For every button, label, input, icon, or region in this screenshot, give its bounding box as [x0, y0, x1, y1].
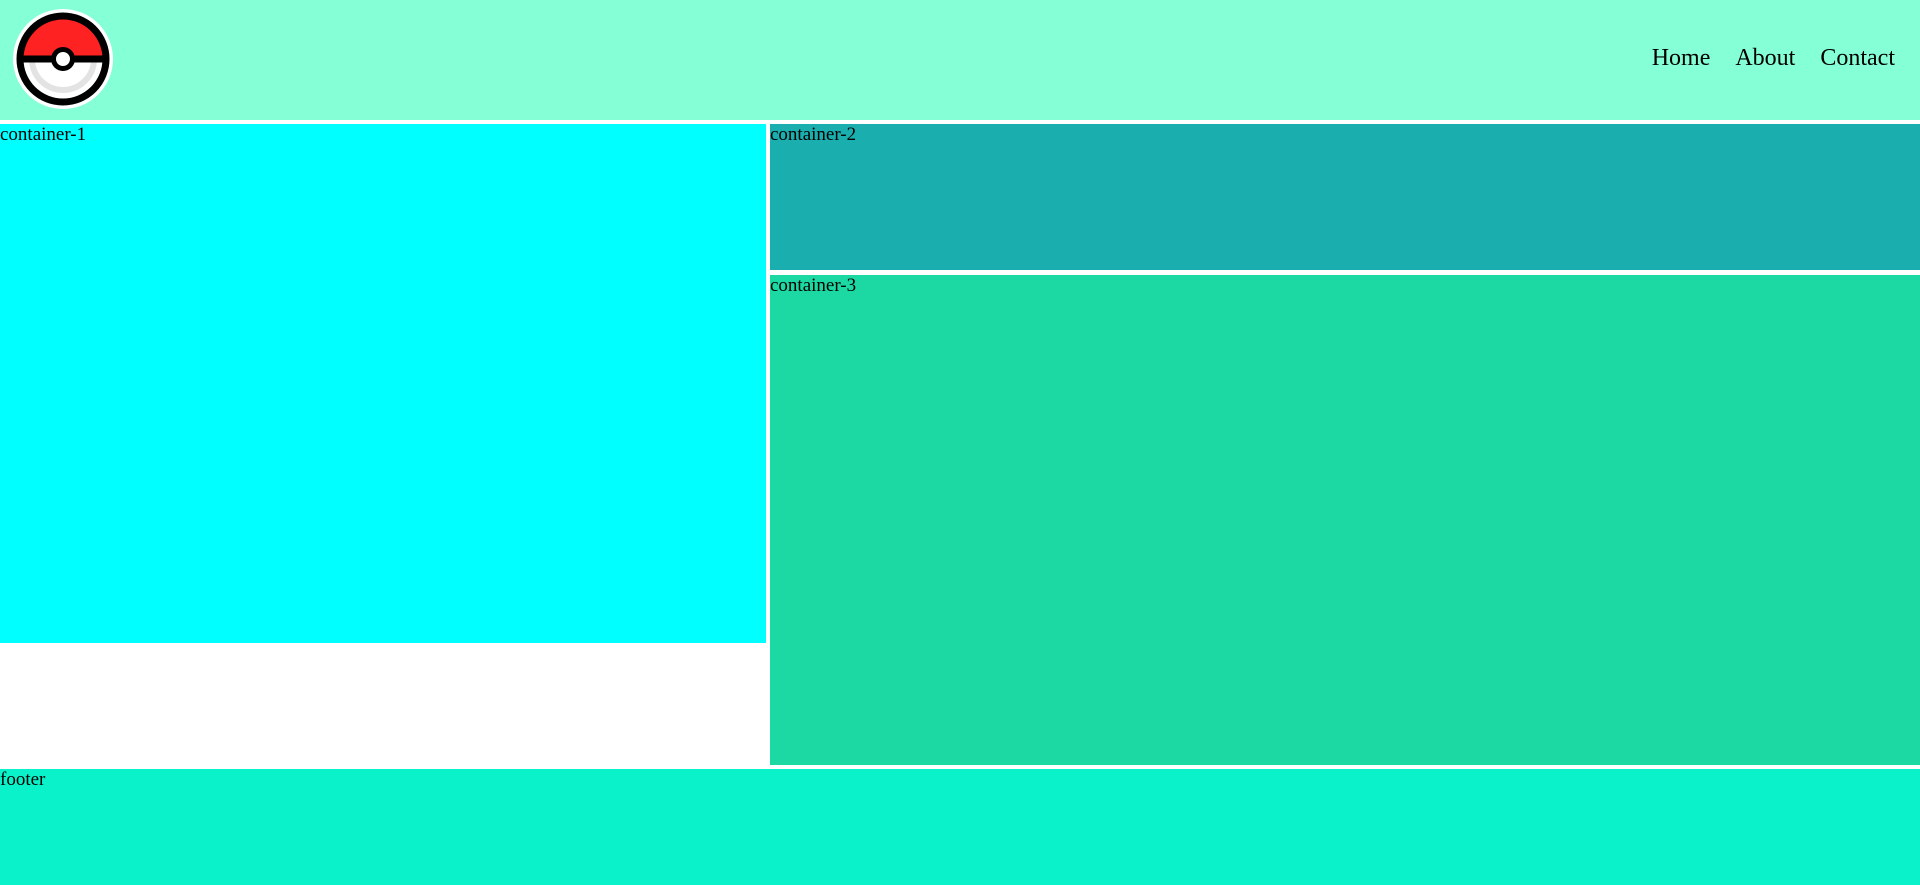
footer-label: footer — [0, 769, 46, 790]
nav-link-about[interactable]: About — [1735, 40, 1795, 76]
pokeball-icon[interactable] — [12, 8, 114, 110]
container-2: container-2 — [770, 124, 1920, 270]
site-footer: footer — [0, 769, 1920, 885]
container-3: container-3 — [770, 275, 1920, 765]
nav-link-contact[interactable]: Contact — [1820, 40, 1895, 76]
container-2-label: container-2 — [770, 124, 857, 145]
container-3-label: container-3 — [770, 275, 857, 296]
container-1-label: container-1 — [0, 124, 87, 145]
site-header: Home About Contact — [0, 0, 1920, 120]
nav-link-home[interactable]: Home — [1652, 40, 1711, 76]
main-nav: Home About Contact — [1652, 40, 1895, 76]
page: Home About Contact container-1 container… — [0, 0, 1920, 885]
container-1: container-1 — [0, 124, 766, 643]
